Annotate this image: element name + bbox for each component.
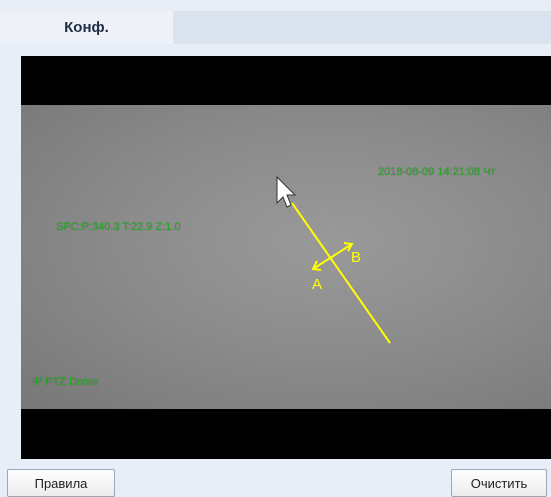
clear-button[interactable]: Очистить — [451, 469, 547, 497]
rule-overlay: A B — [276, 175, 391, 344]
mouse-pointer-icon — [276, 175, 297, 208]
tab-config-label: Конф. — [64, 19, 109, 36]
direction-arrow — [312, 243, 353, 270]
config-panel: Конф. 2018-08-09 14:21:08 Чт SPC:P:340.3… — [0, 0, 551, 497]
tab-config[interactable]: Конф. — [0, 11, 173, 44]
video-preview[interactable]: 2018-08-09 14:21:08 Чт SPC:P:340.3 T:22.… — [21, 56, 551, 459]
tripwire-line[interactable] — [291, 202, 391, 344]
direction-label-b: B — [351, 249, 361, 266]
direction-label-a: A — [312, 276, 322, 293]
rules-button[interactable]: Правила — [7, 469, 115, 497]
